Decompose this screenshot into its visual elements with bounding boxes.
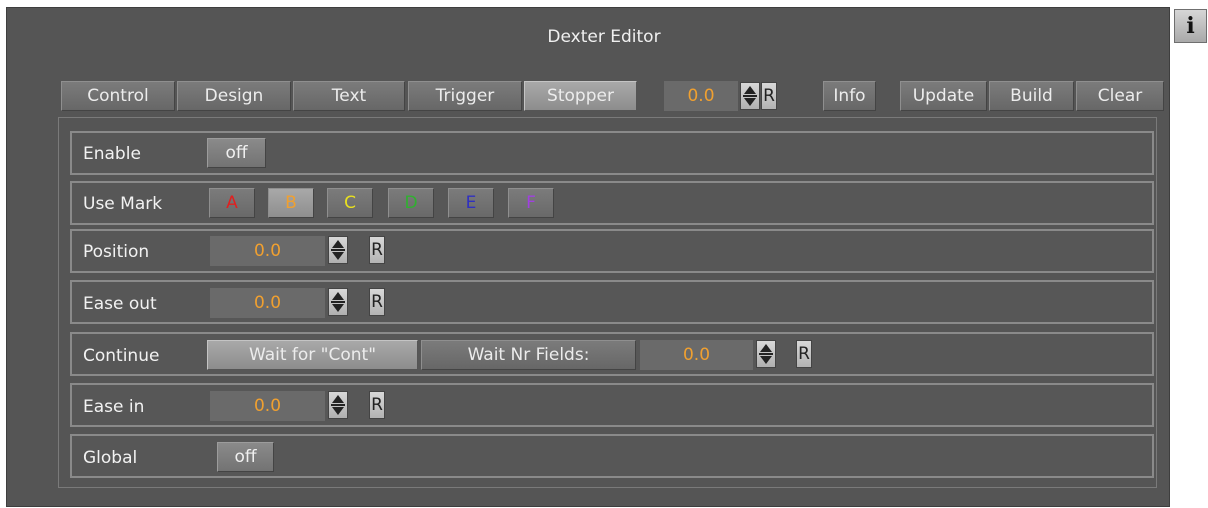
continue-reset-button[interactable]: R bbox=[796, 340, 812, 368]
toolbar-spinner[interactable] bbox=[740, 82, 760, 110]
arrow-up-icon bbox=[744, 86, 756, 94]
position-label: Position bbox=[83, 242, 150, 262]
mark-b-button[interactable]: B bbox=[268, 188, 314, 218]
arrow-up-icon bbox=[332, 395, 344, 403]
ease-in-reset-button[interactable]: R bbox=[369, 391, 385, 419]
continue-spinner[interactable] bbox=[756, 340, 776, 368]
position-spinner[interactable] bbox=[328, 236, 348, 264]
continue-label: Continue bbox=[83, 346, 160, 366]
build-button[interactable]: Build bbox=[989, 81, 1074, 111]
ease-in-value-field[interactable]: 0.0 bbox=[210, 391, 325, 421]
tab-text[interactable]: Text bbox=[293, 81, 405, 111]
mark-d-button[interactable]: D bbox=[388, 188, 434, 218]
arrow-up-icon bbox=[760, 344, 772, 352]
clear-button[interactable]: Clear bbox=[1076, 81, 1164, 111]
enable-toggle[interactable]: off bbox=[207, 138, 266, 168]
ease-out-spinner[interactable] bbox=[328, 288, 348, 316]
mark-f-button[interactable]: F bbox=[508, 188, 554, 218]
arrow-down-icon bbox=[332, 304, 344, 312]
toolbar-value-field[interactable]: 0.0 bbox=[664, 81, 738, 111]
toolbar-reset-button[interactable]: R bbox=[761, 82, 777, 110]
tab-trigger[interactable]: Trigger bbox=[408, 81, 522, 111]
update-button[interactable]: Update bbox=[900, 81, 987, 111]
arrow-down-icon bbox=[332, 252, 344, 260]
tab-stopper[interactable]: Stopper bbox=[524, 81, 637, 111]
ease-out-value-field[interactable]: 0.0 bbox=[210, 288, 325, 318]
tab-control[interactable]: Control bbox=[61, 81, 175, 111]
ease-out-label: Ease out bbox=[83, 294, 157, 314]
arrow-down-icon bbox=[744, 98, 756, 106]
continue-value-field[interactable]: 0.0 bbox=[640, 340, 753, 370]
ease-out-reset-button[interactable]: R bbox=[369, 288, 385, 316]
tab-design[interactable]: Design bbox=[177, 81, 291, 111]
global-toggle[interactable]: off bbox=[217, 442, 274, 472]
mark-a-button[interactable]: A bbox=[209, 188, 255, 218]
arrow-down-icon bbox=[760, 356, 772, 364]
window-title: Dexter Editor bbox=[547, 27, 661, 47]
wait-nr-fields-button[interactable]: Wait Nr Fields: bbox=[421, 340, 636, 370]
position-reset-button[interactable]: R bbox=[369, 236, 385, 264]
arrow-up-icon bbox=[332, 292, 344, 300]
global-label: Global bbox=[83, 448, 138, 468]
position-value-field[interactable]: 0.0 bbox=[210, 236, 325, 266]
mark-c-button[interactable]: C bbox=[327, 188, 373, 218]
info-corner-button[interactable]: i bbox=[1174, 9, 1207, 43]
enable-label: Enable bbox=[83, 144, 141, 164]
use-mark-label: Use Mark bbox=[83, 194, 163, 214]
arrow-up-icon bbox=[332, 240, 344, 248]
ease-in-label: Ease in bbox=[83, 397, 145, 417]
wait-for-cont-button[interactable]: Wait for "Cont" bbox=[207, 340, 418, 370]
info-button[interactable]: Info bbox=[823, 81, 876, 111]
ease-in-spinner[interactable] bbox=[328, 391, 348, 419]
mark-e-button[interactable]: E bbox=[448, 188, 494, 218]
arrow-down-icon bbox=[332, 407, 344, 415]
